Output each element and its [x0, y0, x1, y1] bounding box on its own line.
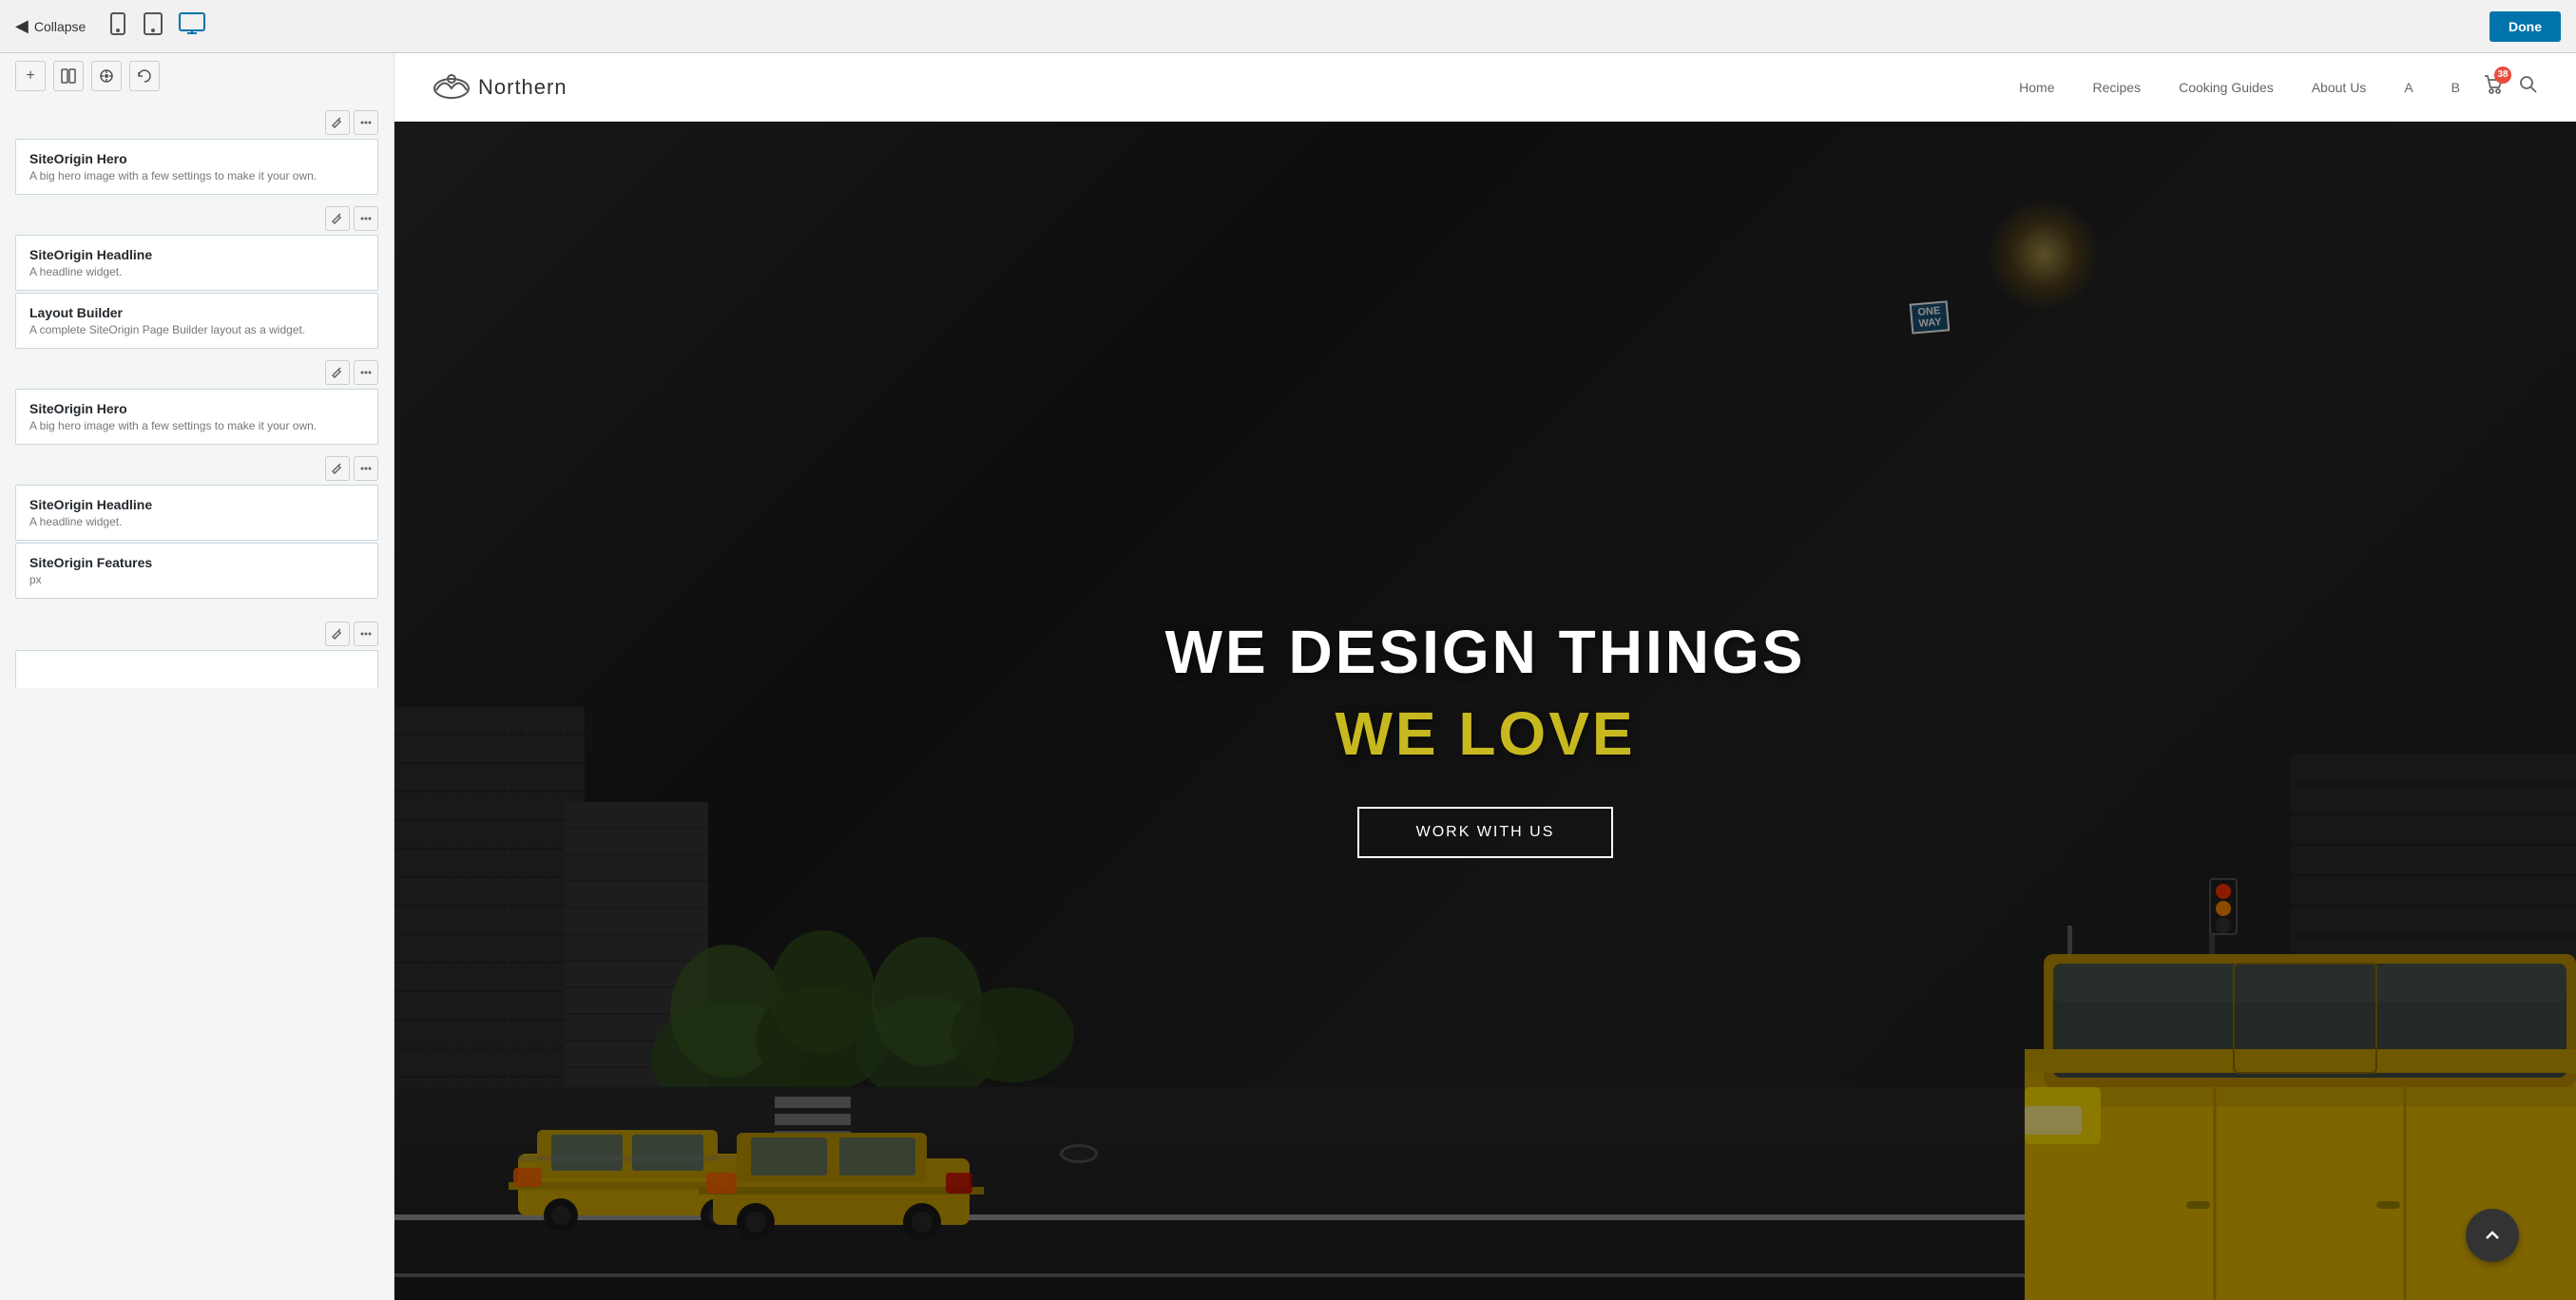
nav-cooking-guides[interactable]: Cooking Guides — [2179, 80, 2274, 95]
hero-content: WE DESIGN THINGS WE LOVE work with us — [1165, 617, 1806, 858]
widget-desc: A headline widget. — [29, 515, 364, 528]
section-header-3 — [15, 353, 378, 389]
section-header-4 — [15, 449, 378, 485]
logo-icon — [433, 69, 471, 105]
widget-desc: px — [29, 573, 364, 586]
section-group-4: SiteOrigin Headline A headline widget. S… — [15, 449, 378, 688]
hero-headline-line2: WE LOVE — [1165, 698, 1806, 769]
section-more-button-1[interactable] — [354, 110, 378, 135]
section-more-button-2[interactable] — [354, 206, 378, 231]
widget-title: SiteOrigin Hero — [29, 151, 364, 166]
main-layout: + — [0, 53, 2576, 1300]
section-edit-button-2[interactable] — [325, 206, 350, 231]
collapse-icon: ◀ — [15, 16, 29, 36]
widget-desc: A complete SiteOrigin Page Builder layou… — [29, 323, 364, 336]
nav-home[interactable]: Home — [2019, 80, 2054, 95]
logo-text: Northern — [478, 75, 567, 100]
widget-desc: A headline widget. — [29, 265, 364, 278]
widget-title: Layout Builder — [29, 305, 364, 320]
section-edit-button-3[interactable] — [325, 360, 350, 385]
widget-card-hero-1: SiteOrigin Hero A big hero image with a … — [15, 139, 378, 195]
widget-card-headline-2: SiteOrigin Headline A headline widget. — [15, 485, 378, 541]
preview-area: Northern Home Recipes Cooking Guides Abo… — [394, 53, 2576, 1300]
site-logo: Northern — [433, 69, 567, 105]
widget-title: SiteOrigin Headline — [29, 247, 364, 262]
widget-card-layout-builder: Layout Builder A complete SiteOrigin Pag… — [15, 293, 378, 349]
widget-desc: A big hero image with a few settings to … — [29, 419, 364, 432]
widget-card-hero-2: SiteOrigin Hero A big hero image with a … — [15, 389, 378, 445]
section-edit-button-1[interactable] — [325, 110, 350, 135]
mobile-device-button[interactable] — [105, 9, 131, 45]
section-more-button-5[interactable] — [354, 621, 378, 646]
widget-title: SiteOrigin Features — [29, 555, 364, 570]
desktop-device-button[interactable] — [175, 9, 209, 45]
widget-card-partial — [15, 650, 378, 688]
section-group-2: SiteOrigin Headline A headline widget. L… — [15, 199, 378, 349]
widget-card-features: SiteOrigin Features px — [15, 543, 378, 599]
section-edit-button-4[interactable] — [325, 456, 350, 481]
search-button[interactable] — [2519, 75, 2538, 100]
widget-title: SiteOrigin Hero — [29, 401, 364, 416]
undo-button[interactable] — [129, 61, 160, 91]
collapse-label: Collapse — [34, 19, 86, 34]
add-widget-button[interactable]: + — [15, 61, 46, 91]
columns-button[interactable] — [53, 61, 84, 91]
widget-toolbar: + — [15, 53, 378, 103]
prebuilt-button[interactable] — [91, 61, 122, 91]
scroll-up-button[interactable] — [2466, 1209, 2519, 1262]
collapse-button[interactable]: ◀ Collapse — [15, 16, 86, 36]
section-header-2 — [15, 199, 378, 235]
widget-desc: A big hero image with a few settings to … — [29, 169, 364, 182]
section-edit-button-5[interactable] — [325, 621, 350, 646]
section-more-button-4[interactable] — [354, 456, 378, 481]
nav-about-us[interactable]: About Us — [2312, 80, 2367, 95]
section-group-1: SiteOrigin Hero A big hero image with a … — [15, 103, 378, 195]
hero-headline-line1: WE DESIGN THINGS — [1165, 617, 1806, 687]
site-header: Northern Home Recipes Cooking Guides Abo… — [394, 53, 2576, 122]
hero-section: ONE WAY — [394, 122, 2576, 1300]
section-header-5 — [15, 614, 378, 650]
top-toolbar: ◀ Collapse Done — [0, 0, 2576, 53]
widget-card-headline-1: SiteOrigin Headline A headline widget. — [15, 235, 378, 291]
nav-b[interactable]: B — [2451, 80, 2460, 95]
sidebar: + — [0, 53, 394, 1300]
widget-title: SiteOrigin Headline — [29, 497, 364, 512]
header-icons: 38 — [2483, 74, 2538, 101]
cart-icon-wrap: 38 — [2483, 74, 2504, 101]
nav-recipes[interactable]: Recipes — [2093, 80, 2142, 95]
done-button[interactable]: Done — [2489, 11, 2561, 42]
tablet-device-button[interactable] — [139, 9, 167, 45]
section-header-1 — [15, 103, 378, 139]
cart-badge: 38 — [2494, 67, 2511, 84]
section-group-3: SiteOrigin Hero A big hero image with a … — [15, 353, 378, 445]
nav-a[interactable]: A — [2404, 80, 2413, 95]
site-nav: Home Recipes Cooking Guides About Us A B — [2019, 80, 2460, 95]
device-icons — [105, 9, 209, 45]
hero-cta-button[interactable]: work with us — [1357, 807, 1614, 858]
section-more-button-3[interactable] — [354, 360, 378, 385]
